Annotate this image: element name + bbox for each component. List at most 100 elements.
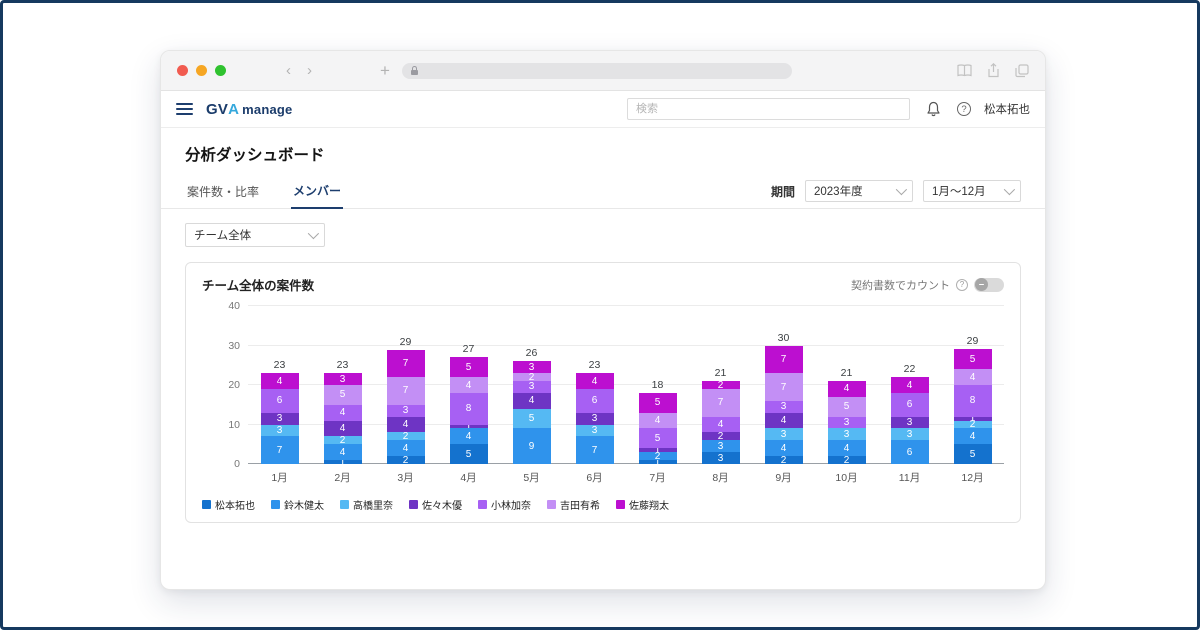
legend-swatch — [271, 500, 280, 509]
bar-segment-label: 1 — [340, 460, 346, 464]
help-icon[interactable]: ? — [957, 102, 971, 116]
back-icon[interactable]: ‹ — [286, 63, 291, 78]
bar-segment: 2 — [828, 456, 866, 464]
reading-list-icon[interactable] — [957, 64, 972, 77]
legend-item: 佐々木優 — [409, 497, 462, 512]
bar-segment-label: 3 — [718, 441, 724, 452]
bar-segment: 3 — [387, 405, 425, 417]
bar-column: 18121545 — [626, 306, 689, 464]
legend-label: 鈴木健太 — [284, 497, 324, 512]
bar-segment: 7 — [576, 436, 614, 464]
bar-segment-label: 3 — [529, 381, 535, 392]
bar-segment-label: 3 — [844, 417, 850, 428]
bar-segment: 2 — [702, 381, 740, 389]
bar-segment: 5 — [954, 349, 992, 369]
period-year-select[interactable]: 2023年度 — [805, 180, 913, 202]
app-logo: GVA manage — [206, 101, 292, 118]
notification-bell-icon[interactable] — [926, 101, 941, 117]
forward-icon[interactable]: › — [307, 63, 312, 78]
bar-segment: 7 — [765, 373, 803, 401]
period-filters: 期間 2023年度 1月〜12月 — [771, 180, 1021, 208]
legend-label: 佐々木優 — [422, 497, 462, 512]
bar-segment-label: 4 — [781, 443, 787, 454]
bar-segment-label: 5 — [655, 433, 661, 444]
bar-segment: 8 — [954, 385, 992, 417]
period-range-select[interactable]: 1月〜12月 — [923, 180, 1021, 202]
hamburger-menu-icon[interactable] — [176, 103, 193, 115]
minimize-window-button[interactable] — [196, 65, 207, 76]
bar-segment-label: 4 — [340, 423, 346, 434]
bar-segment-label: 2 — [970, 421, 976, 429]
bar-segment-label: 5 — [466, 362, 472, 373]
bar-segment: 2 — [513, 373, 551, 381]
bar-segment-label: 3 — [781, 429, 787, 440]
bar-segment: 3 — [513, 361, 551, 373]
bar-column: 26954323 — [500, 306, 563, 464]
stacked-bar-chart: 010203040 237336423142445329242437727541… — [202, 306, 1004, 464]
bar-segment: 5 — [639, 393, 677, 413]
bar-segment-label: 3 — [403, 405, 409, 416]
bar-column: 295421845 — [941, 306, 1004, 464]
tab-case-count-ratio[interactable]: 案件数・比率 — [185, 177, 261, 208]
contract-count-toggle-group: 契約書数でカウント ? — [851, 277, 1004, 293]
bar-segment-label: 4 — [907, 380, 913, 391]
chevron-down-icon — [896, 184, 907, 195]
tab-members[interactable]: メンバー — [291, 176, 343, 209]
chart-plot-area: 2373364231424453292424377275418452695432… — [248, 306, 1004, 464]
legend-label: 高橋里奈 — [353, 497, 393, 512]
month-label: 4月 — [437, 470, 500, 485]
bar-segment-label: 4 — [277, 376, 283, 387]
x-axis-labels: 1月2月3月4月5月6月7月8月9月10月11月12月 — [202, 470, 1004, 485]
bar-stack: 1424453 — [324, 373, 362, 464]
bar-column: 292424377 — [374, 306, 437, 464]
share-icon[interactable] — [987, 63, 1000, 78]
bar-segment-label: 5 — [529, 413, 535, 424]
app-header: GVA manage ? 松本拓也 — [161, 91, 1045, 128]
toggle-knob — [975, 278, 988, 291]
tabs-overview-icon[interactable] — [1015, 64, 1029, 78]
bar-segment: 2 — [387, 456, 425, 464]
bar-segment: 3 — [828, 428, 866, 440]
bar-total-label: 23 — [274, 359, 286, 371]
address-bar[interactable] — [402, 63, 792, 79]
bar-segment-label: 3 — [592, 413, 598, 424]
bar-segment: 4 — [324, 405, 362, 421]
contract-count-toggle[interactable] — [974, 278, 1004, 292]
bar-total-label: 21 — [715, 367, 727, 379]
legend-item: 小林加奈 — [478, 497, 531, 512]
team-select[interactable]: チーム全体 — [185, 223, 325, 247]
bar-segment: 4 — [387, 417, 425, 433]
bar-stack: 2434377 — [765, 346, 803, 464]
bar-segment: 3 — [702, 452, 740, 464]
bar-segment: 5 — [450, 444, 488, 464]
new-tab-icon[interactable]: + — [380, 62, 390, 79]
bar-segment: 3 — [261, 425, 299, 437]
user-name[interactable]: 松本拓也 — [984, 101, 1030, 117]
bar-segment-label: 7 — [277, 445, 283, 456]
bar-segment-label: 4 — [718, 419, 724, 430]
bar-segment: 4 — [954, 369, 992, 385]
month-label: 11月 — [878, 470, 941, 485]
bar-segment: 6 — [891, 393, 929, 417]
bar-total-label: 26 — [526, 347, 538, 359]
bar-segment: 2 — [765, 456, 803, 464]
legend-item: 鈴木健太 — [271, 497, 324, 512]
bar-segment: 4 — [324, 421, 362, 437]
bar-column: 2263364 — [878, 306, 941, 464]
search-input[interactable] — [627, 98, 910, 120]
y-tick-label: 40 — [228, 300, 240, 312]
bar-segment: 3 — [891, 417, 929, 429]
bar-segment-label: 6 — [907, 399, 913, 410]
maximize-window-button[interactable] — [215, 65, 226, 76]
chart-legend: 松本拓也鈴木健太高橋里奈佐々木優小林加奈吉田有希佐藤翔太 — [202, 497, 1004, 512]
bar-segment: 7 — [702, 389, 740, 417]
info-icon[interactable]: ? — [956, 279, 968, 291]
bar-segment-label: 6 — [277, 395, 283, 406]
bar-total-label: 23 — [337, 359, 349, 371]
bar-segment-label: 4 — [466, 431, 472, 442]
bar-total-label: 30 — [778, 332, 790, 344]
close-window-button[interactable] — [177, 65, 188, 76]
legend-swatch — [202, 500, 211, 509]
bar-segment: 3 — [828, 417, 866, 429]
bar-segment: 7 — [261, 436, 299, 464]
